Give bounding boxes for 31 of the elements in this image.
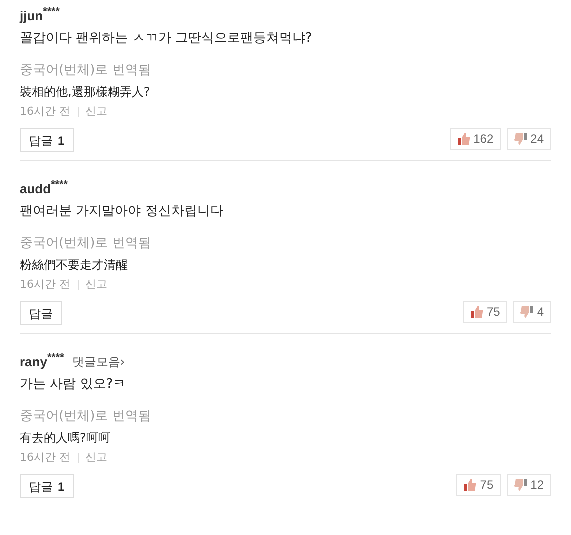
thumbs-up-icon [463,478,478,492]
thumbs-down-icon [514,478,528,492]
translation-label: 중국어(번체)로 번역됨 [20,408,152,425]
comment-author: rany$^{****}$ [20,352,64,370]
reply-button[interactable]: 답글 [20,301,62,325]
comment-author: jjun$^{****}$ [20,6,60,24]
comment-author: audd$^{****}$ [20,179,68,196]
reply-button[interactable]: 답글 1 [20,128,74,152]
comment-text: 꼴갑이다 팬위하는 ㅅㄲ가 그딴식으로팬등쳐먹냐? [20,30,314,48]
like-button[interactable]: 75 [456,474,501,496]
comment-time: 16시간 전 [20,104,70,119]
thumbs-down-icon [520,305,534,319]
translation-label: 중국어(번체)로 번역됨 [20,235,152,252]
thumbs-up-icon [456,132,471,146]
translation-label: 중국어(번체)로 번역됨 [20,62,152,79]
comment-text: 팬여러분 가지말아야 정신차립니다 [20,203,224,221]
dislike-button[interactable]: 12 [506,474,551,496]
dislike-button[interactable]: 4 [513,301,551,323]
comment-collection-link[interactable]: 댓글모음› [72,354,126,372]
reply-button[interactable]: 답글 1 [20,474,74,498]
translated-text: 有去的人嗎?呵呵 [20,430,112,447]
comment-text: 가는 사람 있오?ㅋ [20,376,128,394]
thumbs-up-icon [470,305,484,319]
dislike-button[interactable]: 24 [506,128,551,150]
thumbs-down-icon [514,132,528,146]
translated-text: 粉絲們不要走才清醒 [20,257,129,274]
comment-time: 16시간 전 [20,450,70,465]
translated-text: 裝相的他,還那樣糊弄人? [20,84,152,101]
like-button[interactable]: 75 [462,301,508,323]
comment-time: 16시간 전 [20,277,70,292]
like-button[interactable]: 162 [450,128,501,150]
